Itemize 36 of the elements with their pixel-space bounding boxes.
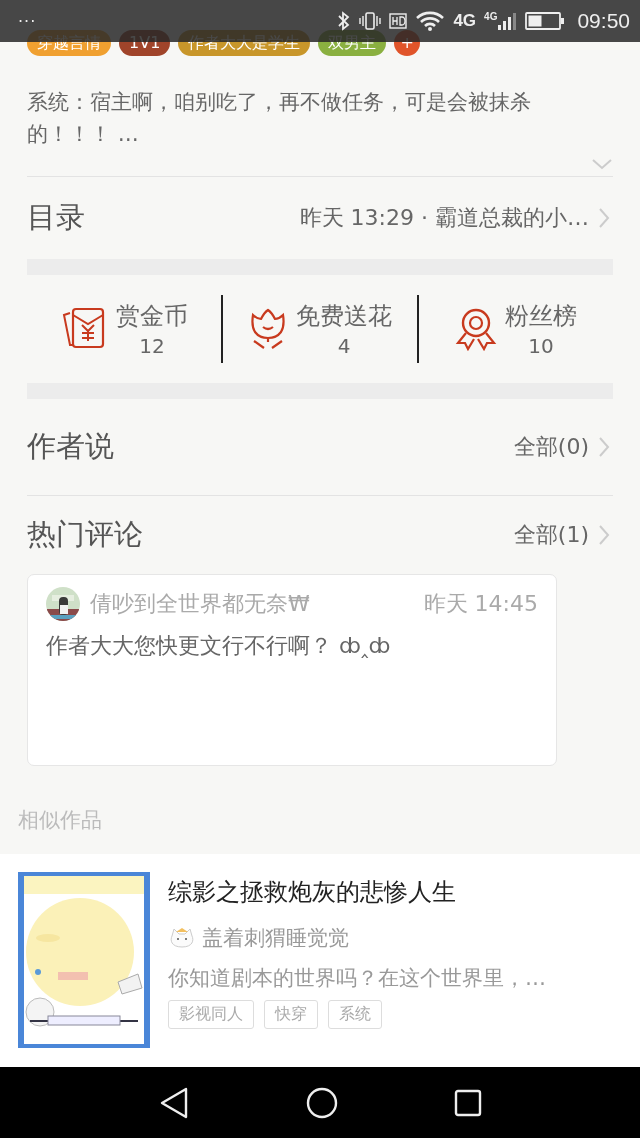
section-title: 相似作品 (18, 807, 103, 834)
vibrate-icon (359, 11, 382, 31)
view-all-link[interactable]: 全部(1) (513, 520, 589, 550)
medal-icon[interactable] (455, 307, 497, 351)
back-icon[interactable] (158, 1085, 190, 1120)
book-summary: 你知道剧本的世界吗？在这个世界里，… (168, 965, 546, 992)
stat-label[interactable]: 免费送花 (296, 300, 392, 332)
view-all-link[interactable]: 全部(0) (513, 432, 589, 462)
network-type: 4G (453, 11, 477, 31)
comment-text: 作者大大您快更文行不行啊？ ȸ‸ȸ (46, 632, 392, 660)
bluetooth-icon (337, 11, 352, 31)
clock: 09:50 (577, 9, 630, 33)
signal-icon (497, 11, 518, 31)
book-title[interactable]: 综影之拯救炮灰的悲惨人生 (168, 876, 546, 908)
home-icon[interactable] (306, 1086, 338, 1119)
flower-icon[interactable] (248, 307, 288, 351)
comment-time: 昨天 14:45 (423, 590, 538, 618)
network-type: 4G (484, 11, 498, 22)
recents-icon[interactable] (454, 1088, 482, 1117)
stat-count: 12 (139, 334, 165, 358)
synopsis: 系统：宿主啊，咱别吃了，再不做任务，可是会被抹杀的！！！ … (27, 89, 532, 148)
latest-chapter[interactable]: 昨天 13:29 · 霸道总裁的小… (299, 203, 589, 233)
section-title: 作者说 (27, 428, 115, 465)
battery-icon (525, 11, 566, 31)
comment-card[interactable]: 倩吵到全世界都无奈₩ 昨天 14:45 作者大大您快更文行不行啊？ ȸ‸ȸ (27, 574, 557, 766)
stat-count: 4 (337, 334, 351, 358)
catalog-title[interactable]: 目录 (27, 198, 300, 238)
stat-count: 10 (528, 334, 554, 358)
author-name[interactable]: 盖着刺猬睡觉觉 (202, 924, 349, 952)
section-title: 热门评论 (27, 516, 144, 553)
stat-label[interactable]: 粉丝榜 (505, 300, 577, 332)
overflow-indicator: ··· (18, 11, 37, 31)
cat-icon (168, 926, 196, 950)
wifi-icon (415, 10, 446, 32)
stat-label[interactable]: 赏金币 (116, 300, 188, 332)
hd-icon (389, 13, 408, 29)
